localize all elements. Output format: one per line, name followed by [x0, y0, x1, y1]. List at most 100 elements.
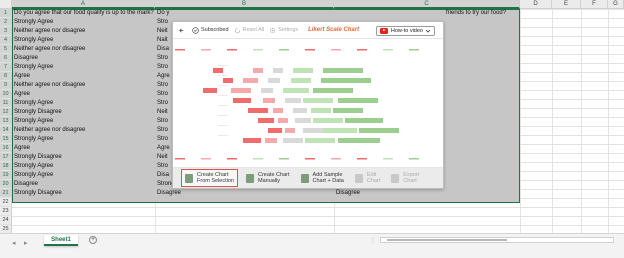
cell-a9[interactable]: Neither agree nor disagree [12, 81, 155, 90]
cell-a5[interactable]: Neither agree nor disagree [12, 45, 155, 54]
cell-b4[interactable]: Nait [155, 36, 172, 45]
cell-b18[interactable]: Stro [155, 162, 172, 171]
cell-a7[interactable]: Strongly Agree [12, 63, 155, 72]
row-header-16[interactable]: 16 [0, 144, 12, 153]
row-header-18[interactable]: 18 [0, 162, 12, 171]
cell-b10[interactable]: Stro [155, 90, 172, 99]
howto-video-button[interactable]: How-to video [375, 26, 435, 36]
row-header-10[interactable]: 10 [0, 90, 12, 99]
scrollbar-thumb[interactable] [387, 239, 507, 241]
preview-segment [291, 78, 311, 83]
col-divider [552, 9, 553, 233]
export-chart-button[interactable]: Export Chart [388, 169, 422, 187]
create-chart-manually-button[interactable]: Create Chart Manually [243, 169, 293, 187]
cell-a14[interactable]: Neither agree nor disagree [12, 126, 155, 135]
edit-chart-button[interactable]: Edit Chart [352, 169, 383, 187]
cell-b19[interactable]: Disa [155, 171, 172, 180]
create-chart-from-selection-button[interactable]: Create Chart From Selection [181, 169, 238, 187]
row-header-6[interactable]: 6 [0, 54, 12, 63]
cell-b15[interactable]: Stro [155, 135, 172, 144]
cell-b12[interactable]: Neit [155, 108, 172, 117]
row-header-3[interactable]: 3 [0, 27, 12, 36]
cell-b8[interactable]: Agre [155, 72, 172, 81]
row-header-12[interactable]: 12 [0, 108, 12, 117]
reset-all-button[interactable]: Reset All [234, 27, 264, 34]
cell-b21[interactable]: Disagree [155, 189, 334, 198]
cell-a3[interactable]: Neither agree nor disagree [12, 27, 155, 36]
subscribed-button[interactable]: Subscribed [192, 26, 229, 34]
column-header-b[interactable]: B [155, 0, 334, 9]
prev-sheet-arrow[interactable]: ◂ [12, 239, 16, 247]
column-header-e[interactable]: E [552, 0, 581, 9]
cell-a16[interactable]: Agree [12, 144, 155, 153]
cell-b17[interactable]: Neit [155, 153, 172, 162]
row-header-7[interactable]: 7 [0, 63, 12, 72]
cell-b5[interactable]: Disa [155, 45, 172, 54]
cell-a18[interactable]: Strongly Agree [12, 162, 155, 171]
row-header-21[interactable]: 21 [0, 189, 12, 198]
cell-b7[interactable]: Stro [155, 63, 172, 72]
cell-a21[interactable]: Strongly Disagree [12, 189, 155, 198]
cell-b6[interactable]: Stro [155, 54, 172, 63]
preview-segment [359, 128, 399, 133]
cell-a13[interactable]: Strongly Agree [12, 117, 155, 126]
row-header-20[interactable]: 20 [0, 180, 12, 189]
row-header-5[interactable]: 5 [0, 45, 12, 54]
add-sheet-button[interactable]: + [89, 236, 97, 244]
tab-splitter-icon[interactable]: ⋮ [370, 237, 376, 244]
row-header-2[interactable]: 2 [0, 18, 12, 27]
column-header-d[interactable]: D [520, 0, 552, 9]
column-header-f[interactable]: F [581, 0, 608, 9]
row-header-24[interactable]: 24 [0, 216, 12, 225]
column-header-c[interactable]: C [334, 0, 520, 9]
cell-a10[interactable]: Agree [12, 90, 155, 99]
row-header-4[interactable]: 4 [0, 36, 12, 45]
preview-segment [283, 88, 309, 93]
preview-segment [283, 138, 303, 143]
cell-a6[interactable]: Disagree [12, 54, 155, 63]
cell-b13[interactable]: Stro [155, 117, 172, 126]
row-header-19[interactable]: 19 [0, 171, 12, 180]
cell-b1[interactable]: Do y [155, 9, 171, 18]
row-header-14[interactable]: 14 [0, 126, 12, 135]
column-header-g[interactable]: G [608, 0, 624, 9]
settings-button[interactable]: Settings [269, 27, 298, 34]
cell-b11[interactable]: Stro [155, 99, 172, 108]
cell-c1[interactable]: friends to try our food? [444, 9, 520, 18]
row-header-17[interactable]: 17 [0, 153, 12, 162]
sheet-tab-sheet1[interactable]: Sheet1 [44, 235, 78, 246]
cell-b9[interactable]: Stro [155, 81, 172, 90]
add-sample-chart-button[interactable]: Add Sample Chart + Data [298, 169, 347, 187]
cell-a11[interactable]: Strongly Agree [12, 99, 155, 108]
cell-b2[interactable]: Stro [155, 18, 172, 27]
cell-a17[interactable]: Strongly Disagree [12, 153, 155, 162]
row-header-23[interactable]: 23 [0, 207, 12, 216]
row-header-15[interactable]: 15 [0, 135, 12, 144]
cell-a2[interactable]: Strongly Agree [12, 18, 155, 27]
select-all-corner[interactable] [0, 0, 12, 9]
cell-b16[interactable]: Agre [155, 144, 172, 153]
row-header-22[interactable]: 22 [0, 198, 12, 207]
preview-guide [218, 85, 228, 86]
cell-a4[interactable]: Strongly Agree [12, 36, 155, 45]
back-button[interactable] [178, 27, 187, 34]
next-sheet-arrow[interactable]: ▸ [24, 239, 28, 247]
cell-a20[interactable]: Disagree [12, 180, 155, 189]
row-header-9[interactable]: 9 [0, 81, 12, 90]
cell-a15[interactable]: Strongly Agree [12, 135, 155, 144]
cell-a1[interactable]: Do you agree that our food quality is up… [12, 9, 155, 18]
arrow-left-icon [179, 27, 184, 33]
column-header-a[interactable]: A [12, 0, 155, 9]
row-header-11[interactable]: 11 [0, 99, 12, 108]
cell-a12[interactable]: Strongly Disagree [12, 108, 155, 117]
row-header-8[interactable]: 8 [0, 72, 12, 81]
preview-guide [218, 115, 228, 116]
horizontal-scrollbar[interactable] [380, 237, 614, 243]
row-header-1[interactable]: 1 [0, 9, 12, 18]
cell-c21[interactable]: Disagree [334, 189, 520, 198]
cell-a19[interactable]: Strongly Agree [12, 171, 155, 180]
row-header-13[interactable]: 13 [0, 117, 12, 126]
cell-a8[interactable]: Agree [12, 72, 155, 81]
cell-b3[interactable]: Neit [155, 27, 172, 36]
cell-b14[interactable]: Stro [155, 126, 172, 135]
